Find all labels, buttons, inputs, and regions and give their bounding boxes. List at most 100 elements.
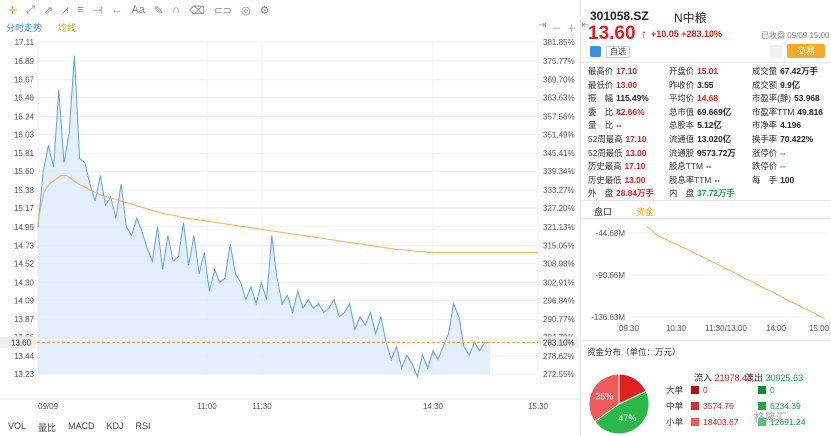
quote-row: 外 盘 28.84万手内 盘 37.72万手 [588, 187, 828, 201]
quote-cell: 开盘价 15.01 [669, 65, 752, 79]
y-tick-label: 15.17 [14, 204, 35, 213]
quote-cell: 总市值 69.669亿 [669, 106, 752, 120]
y-pct-tick-label: 272.55% [543, 370, 575, 379]
quote-cell: 昨收价 3.55 [669, 79, 752, 93]
quote-cell: 52周最低 13.00 [588, 147, 669, 161]
tab-capital[interactable]: 资金 [636, 205, 654, 218]
y-pct-tick-label: 327.20% [543, 204, 575, 213]
x-tick-label: 14:30 [423, 402, 444, 411]
x-tick-label: 15:00 [809, 324, 830, 333]
quote-value: 115.49% [616, 93, 649, 104]
quote-label: 外 盘 [588, 188, 614, 199]
price-area [38, 55, 490, 377]
capital-flow-chart: -44.68M -90.66M -136.63M 09:30 10:30 11:30/13… [591, 226, 830, 333]
quote-cell: 股息率TTM -- [669, 174, 752, 188]
divider [581, 200, 831, 201]
quote-value: 13.00 [616, 79, 638, 90]
y-tick-label: 16.03 [14, 130, 35, 139]
quote-label: 开盘价 [669, 66, 695, 76]
quote-label: 股息率TTM [669, 174, 712, 185]
quote-value: 70.422% [780, 133, 814, 144]
y-pct-tick-label: 363.63% [543, 94, 575, 103]
y-pct-tick-label: 351.49% [543, 130, 575, 139]
y-pct-tick-label: 369.70% [543, 76, 575, 85]
tab-kdj[interactable]: KDJ [107, 421, 124, 434]
quote-row: 量 比 -- 总股本 5.12亿 市净率 4.196 [588, 119, 828, 133]
quote-table: 最高价 17.10 开盘价 15.01 成交量 67.42万手 最低价 13.00 昨收价 3.5… [588, 65, 828, 201]
quote-cell: 历史最高 17.10 [588, 160, 669, 174]
quote-cell: 每 手 100 [752, 174, 828, 188]
quote-value: 37.72万手 [697, 188, 735, 199]
y-tick-label: 17.11 [15, 38, 35, 47]
quote-value: 14.68 [697, 93, 719, 104]
y-pct-tick-label: 308.98% [543, 260, 575, 269]
quote-row: 52周最低 13.00 流通股 9573.72万 涨停价 -- [588, 147, 828, 161]
quote-cell: 涨停价 -- [752, 147, 828, 161]
close-time: 已收盘 09/09 15:00 [761, 31, 830, 40]
x-tick-label: 11:30 [252, 402, 272, 411]
quote-label: 市净率 [752, 120, 778, 131]
inflow-swatch [691, 402, 699, 410]
capital-pie-chart: 47% 35% [588, 373, 650, 435]
quote-label: 每 手 [752, 174, 778, 185]
watchlist-label: 自选 [610, 47, 626, 56]
quote-label: 昨收价 [669, 79, 695, 90]
quote-value: -- [780, 147, 786, 158]
quote-label: 52周最低 [588, 147, 623, 158]
quote-value: 69.669亿 [697, 106, 732, 117]
y-tick-label: -44.68M [596, 229, 626, 238]
intraday-chart[interactable]: 17.11 381.85% 16.89 375.77% 16.67 369.70% 16.4… [0, 0, 580, 436]
y-tick-label: 16.24 [14, 112, 35, 121]
outflow-swatch [758, 386, 766, 394]
y-tick-label: 14.30 [14, 278, 35, 287]
outflow-amount: 0 [770, 385, 775, 395]
quote-cell: 流通股 9573.72万 [669, 147, 752, 161]
y-pct-tick-label: 290.77% [543, 315, 575, 324]
order-size-label: 大单 [666, 385, 684, 395]
watchlist-button[interactable]: 自选 [606, 46, 630, 58]
x-tick-label: 09/09 [38, 402, 59, 411]
trade-button[interactable]: 交易 [787, 44, 825, 58]
tab-vol[interactable]: VOL [8, 421, 26, 434]
quote-cell: 成交额 9.9亿 [752, 79, 828, 93]
quote-cell: 历史最低 13.00 [588, 174, 669, 188]
share-icon[interactable] [590, 46, 601, 57]
pie-label: 47% [618, 413, 636, 423]
up-arrow-icon: ↑ [641, 27, 647, 41]
quote-value: -- [705, 161, 712, 172]
y-tick-label: 14.52 [14, 260, 35, 269]
y-pct-tick-label: 315.05% [543, 242, 575, 251]
x-tick-label: 11:00 [197, 402, 217, 411]
bell-icon[interactable] [770, 45, 782, 58]
quote-row: 52周最高 17.10 流通值 13.020亿 换手率 70.422% [588, 133, 828, 147]
quote-label: 委 比 [588, 106, 614, 117]
quote-value: 15.01 [697, 66, 719, 76]
fund-tabs: 盘口 资金 [594, 205, 654, 218]
quote-value: 82.66% [616, 106, 645, 117]
tab-orderbook[interactable]: 盘口 [594, 205, 612, 218]
order-size-label: 中单 [666, 401, 684, 411]
quote-row: 委 比 82.66% 总市值 69.669亿 市盈率TTM 49.816 [588, 106, 828, 120]
quote-cell: 振 幅 115.49% [588, 92, 669, 106]
indicator-tabs: VOL 量比 MACD KDJ RSI [8, 421, 151, 434]
order-size-label: 小单 [666, 417, 684, 427]
y-tick-label: 15.38 [14, 186, 35, 195]
quote-label: 流通股 [669, 147, 695, 158]
quote-value: 100 [780, 174, 795, 185]
tab-volume-ratio[interactable]: 量比 [38, 421, 56, 434]
y-tick-label: 13.87 [14, 315, 35, 324]
quote-cell: 内 盘 37.72万手 [669, 187, 752, 201]
quote-label: 涨停价 [752, 147, 778, 158]
y-tick-label: -136.63M [591, 313, 625, 322]
quote-cell: 总股本 5.12亿 [669, 119, 752, 133]
y-pct-tick-label: 302.91% [543, 278, 575, 287]
quote-cell: 股息TTM -- [669, 160, 752, 174]
tab-macd[interactable]: MACD [68, 421, 95, 434]
y-pct-tick-label: 333.27% [543, 186, 575, 195]
quote-label: 量 比 [588, 120, 614, 131]
quote-label: 最低价 [588, 79, 614, 90]
tab-rsi[interactable]: RSI [136, 421, 151, 434]
y-pct-tick-label: 296.84% [543, 296, 575, 305]
quote-cell: 流通值 13.020亿 [669, 133, 752, 147]
y-tick-label: 14.09 [14, 296, 35, 305]
